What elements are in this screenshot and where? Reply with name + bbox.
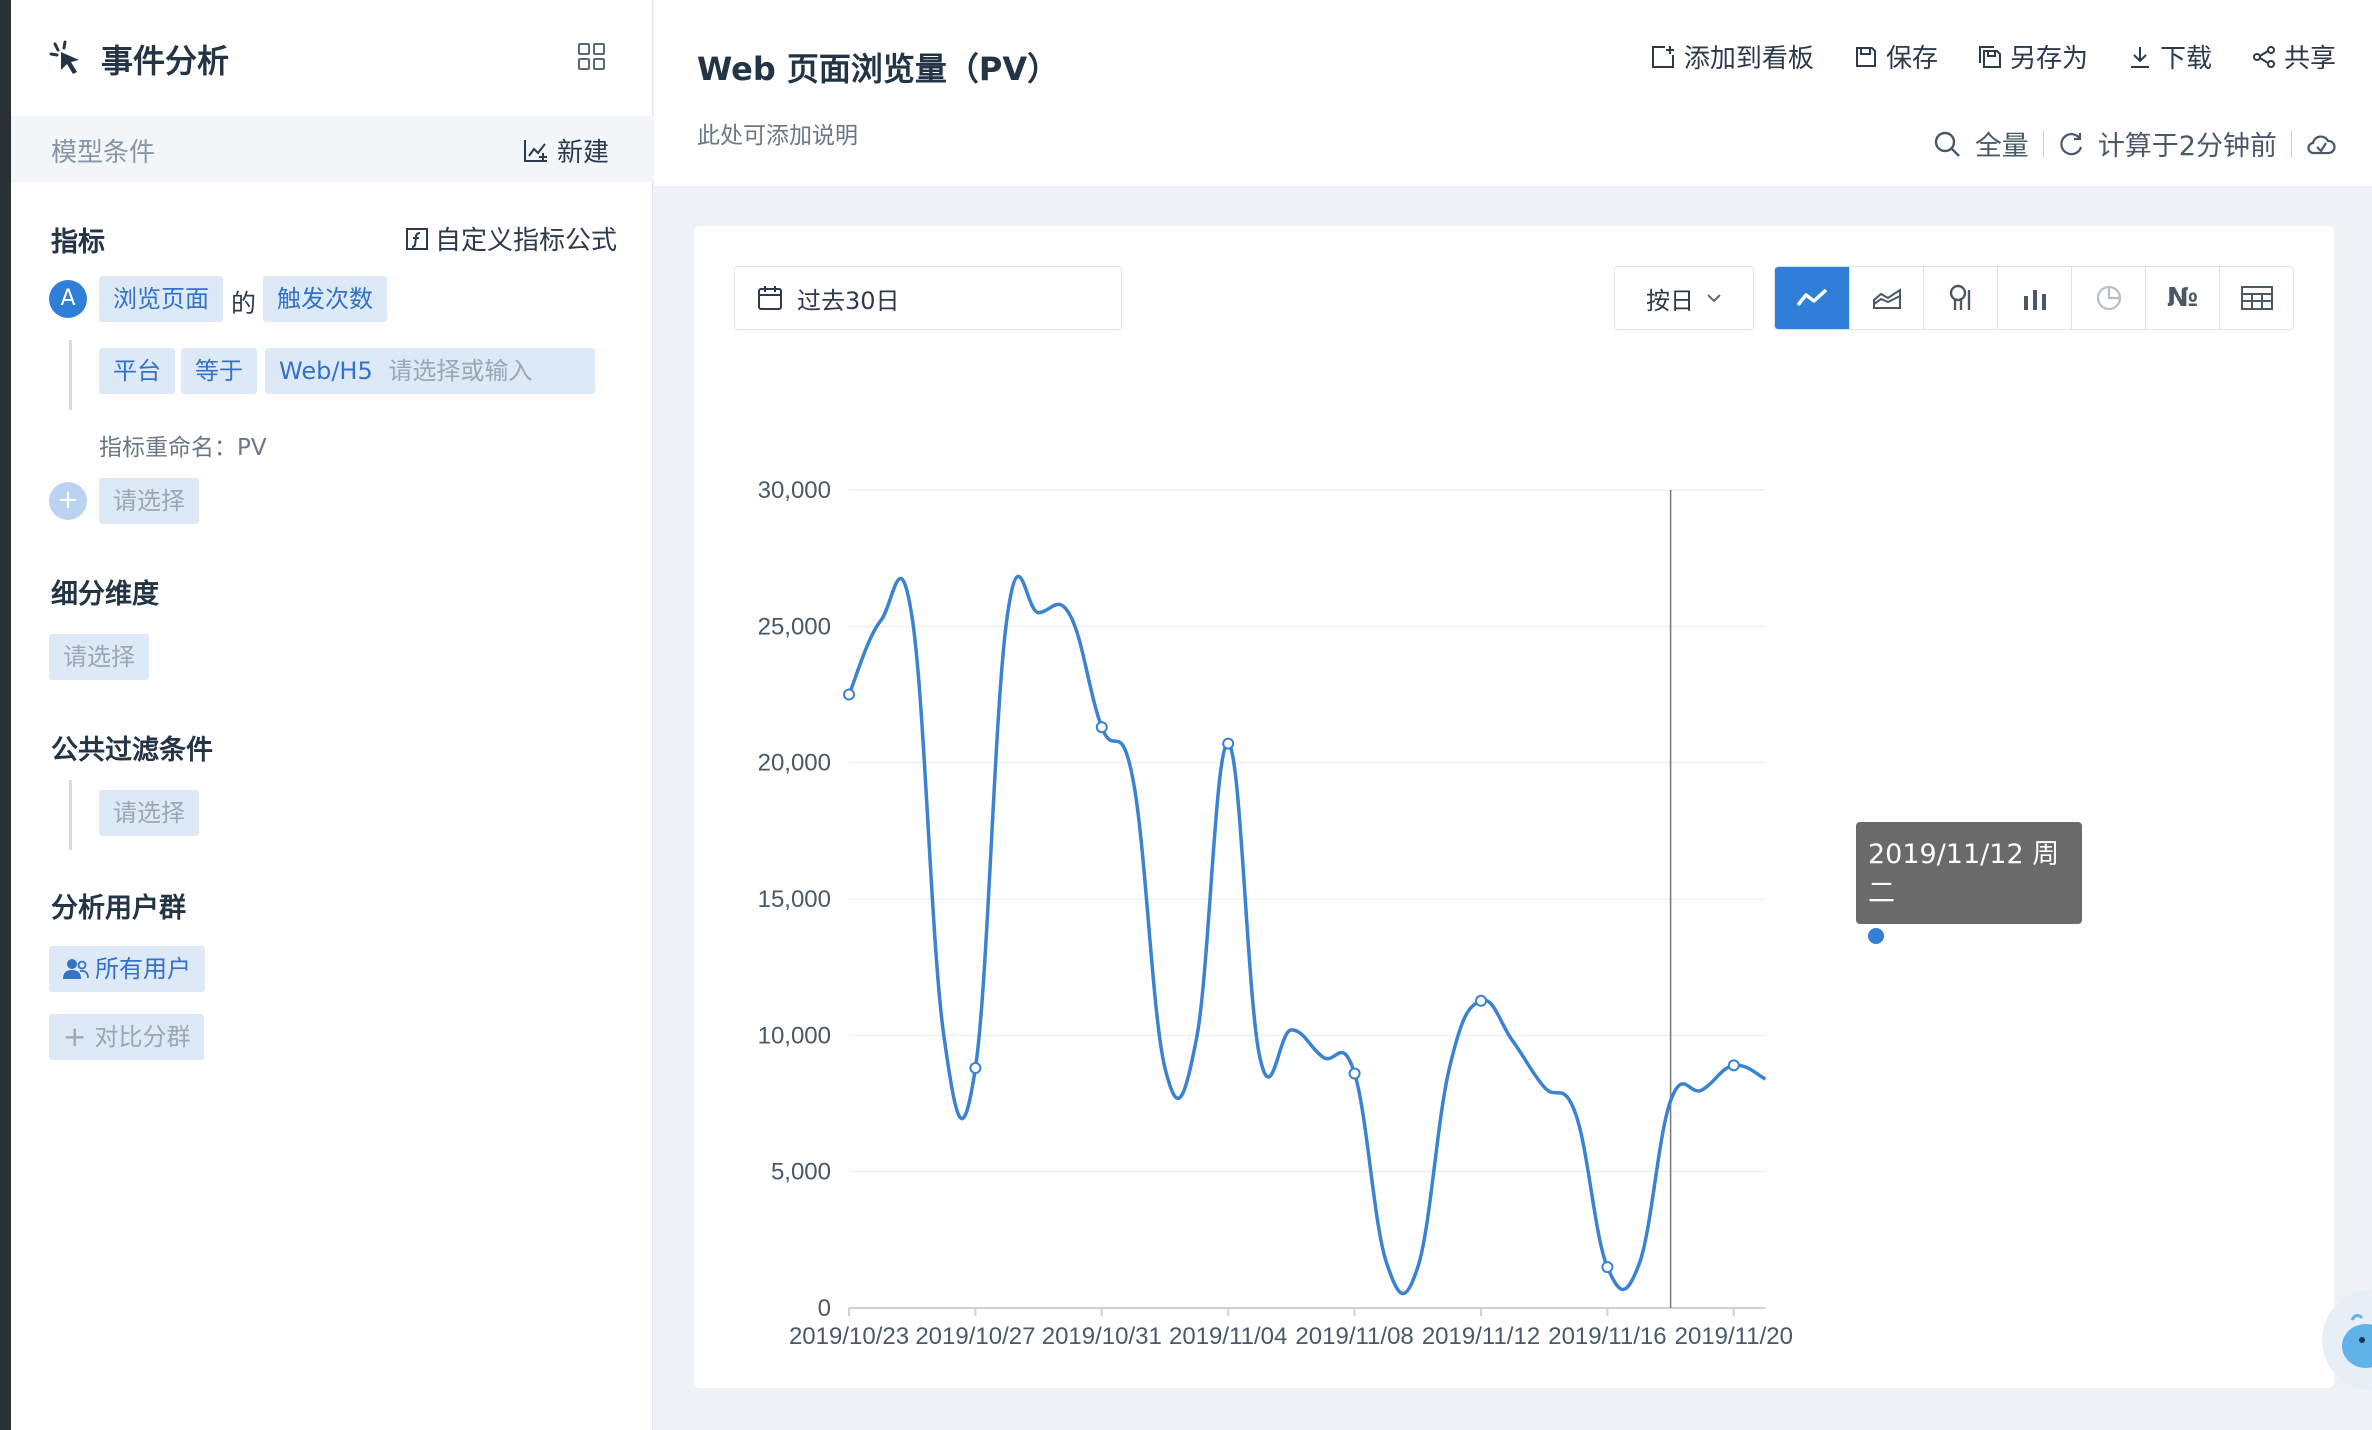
window-edge bbox=[0, 0, 11, 1430]
download-icon bbox=[2130, 46, 2149, 68]
of-text: 的 bbox=[231, 289, 257, 318]
y-tick-label: 20,000 bbox=[758, 750, 831, 777]
filter-property-select[interactable]: 平台 bbox=[99, 348, 175, 394]
tooltip-series-dot bbox=[1868, 927, 1884, 944]
user-group-section-title: 分析用户群 bbox=[51, 893, 186, 924]
x-tick-label: 2019/11/08 bbox=[1295, 1323, 1413, 1350]
compare-group-button[interactable]: + 对比分群 bbox=[49, 1014, 205, 1060]
public-filter-connector bbox=[69, 780, 72, 850]
data-point bbox=[843, 688, 855, 701]
layout-grid-icon[interactable] bbox=[577, 42, 607, 72]
data-point bbox=[1095, 721, 1108, 734]
metric-section-title: 指标 bbox=[51, 227, 105, 258]
save-button[interactable]: 保存 bbox=[1854, 38, 1938, 75]
page-description[interactable]: 此处可添加说明 bbox=[697, 116, 858, 150]
filter-value-placeholder: 请选择或输入 bbox=[388, 357, 533, 385]
data-point bbox=[1222, 737, 1235, 750]
filter-connector bbox=[69, 340, 72, 410]
page-title[interactable]: Web 页面浏览量（PV） bbox=[697, 44, 1059, 90]
tooltip-date: 2019/11/12 周二 bbox=[1868, 839, 2060, 909]
chart-add-icon bbox=[524, 139, 547, 162]
compare-group-label: 对比分群 bbox=[94, 1023, 191, 1051]
save-icon bbox=[1855, 46, 1876, 67]
filter-operator-select[interactable]: 等于 bbox=[181, 348, 257, 394]
measure-select[interactable]: 触发次数 bbox=[263, 276, 387, 322]
computed-time: 计算于2分钟前 bbox=[2097, 131, 2277, 162]
data-point bbox=[1727, 1059, 1740, 1072]
scope-label[interactable]: 全量 bbox=[1975, 124, 2029, 163]
download-label: 下载 bbox=[2159, 44, 2212, 74]
download-button[interactable]: 下载 bbox=[2128, 38, 2212, 75]
model-conditions-bar: 模型条件 新建 bbox=[11, 116, 653, 182]
status-bar: 全量 计算于2分钟前 bbox=[1933, 124, 2336, 163]
filter-value-input[interactable]: Web/H5 请选择或输入 bbox=[265, 348, 595, 394]
add-to-dashboard-button[interactable]: 添加到看板 bbox=[1650, 38, 1814, 75]
x-tick-label: 2019/11/12 bbox=[1422, 1323, 1540, 1350]
event-select[interactable]: 浏览页面 bbox=[99, 276, 223, 322]
new-button-label: 新建 bbox=[557, 138, 610, 168]
y-tick-label: 25,000 bbox=[758, 613, 831, 640]
add-to-dashboard-label: 添加到看板 bbox=[1683, 44, 1814, 74]
x-tick-label: 2019/11/04 bbox=[1169, 1323, 1287, 1350]
click-cursor-icon bbox=[49, 40, 79, 74]
pv-line-chart[interactable]: 0 5,000 10,000 15,000 20,000 25,000 30,000 2019… bbox=[694, 226, 2334, 1388]
custom-formula-button[interactable]: 自定义指标公式 bbox=[405, 220, 617, 257]
save-as-button[interactable]: 另存为 bbox=[1978, 38, 2088, 75]
y-tick-label: 5,000 bbox=[771, 1159, 831, 1186]
x-tick-label: 2019/10/27 bbox=[915, 1323, 1035, 1350]
data-point bbox=[1348, 1067, 1361, 1080]
x-tick-label: 2019/10/31 bbox=[1042, 1323, 1162, 1350]
dimension-select[interactable]: 请选择 bbox=[49, 634, 149, 680]
save-as-label: 另存为 bbox=[2009, 44, 2088, 74]
metric-letter-badge: A bbox=[49, 280, 87, 318]
sidebar: 事件分析 模型条件 新建 指标 自定义指标公式 A 浏览页面 的 触发次数 平台… bbox=[11, 0, 653, 1430]
plus-icon: + bbox=[63, 1020, 87, 1053]
save-as-icon bbox=[1978, 45, 2001, 68]
y-tick-label: 15,000 bbox=[758, 886, 831, 913]
tooltip-value: PV：11,267 bbox=[1894, 923, 2051, 954]
separator bbox=[2042, 129, 2044, 158]
toolbar: 添加到看板 保存 另存为 下载 共享 bbox=[1650, 38, 2336, 75]
data-point bbox=[1601, 1261, 1614, 1274]
save-label: 保存 bbox=[1885, 44, 1938, 74]
data-point bbox=[969, 1062, 982, 1075]
y-tick-label: 30,000 bbox=[758, 477, 831, 504]
x-tick-label: 2019/11/16 bbox=[1548, 1323, 1666, 1350]
public-filter-select[interactable]: 请选择 bbox=[99, 790, 199, 836]
metric-rename[interactable]: 指标重命名：PV bbox=[99, 428, 267, 462]
new-button[interactable]: 新建 bbox=[523, 132, 609, 169]
all-users-label: 所有用户 bbox=[95, 955, 191, 983]
share-button[interactable]: 共享 bbox=[2252, 38, 2336, 75]
whale-mascot-icon[interactable] bbox=[2322, 1290, 2372, 1390]
all-users-select[interactable]: 所有用户 bbox=[49, 946, 205, 992]
filter-value: Web/H5 bbox=[279, 357, 373, 385]
formula-icon bbox=[406, 227, 428, 250]
add-metric-button[interactable]: + bbox=[49, 482, 87, 520]
model-conditions-label: 模型条件 bbox=[51, 138, 156, 168]
chart-tooltip: 2019/11/12 周二 PV：11,267 bbox=[1856, 822, 2082, 954]
y-tick-label: 10,000 bbox=[758, 1022, 831, 1049]
cloud-icon[interactable] bbox=[2306, 131, 2336, 157]
search-icon[interactable] bbox=[1933, 130, 1961, 158]
custom-formula-label: 自定义指标公式 bbox=[435, 226, 618, 256]
x-tick-label: 2019/11/20 bbox=[1675, 1323, 1793, 1350]
chart-card: 过去30日 按日 № 0 5,000 10,000 15,000 20,000 25,00… bbox=[694, 226, 2334, 1388]
series-line-pv bbox=[847, 574, 1767, 1296]
public-filter-section-title: 公共过滤条件 bbox=[51, 735, 213, 766]
dimension-section-title: 细分维度 bbox=[51, 579, 159, 610]
x-tick-label: 2019/10/23 bbox=[789, 1323, 909, 1350]
sidebar-header: 事件分析 bbox=[11, 0, 653, 116]
share-label: 共享 bbox=[2283, 44, 2336, 74]
add-to-dashboard-icon bbox=[1651, 45, 1674, 68]
refresh-icon[interactable] bbox=[2058, 131, 2084, 157]
add-metric-select[interactable]: 请选择 bbox=[99, 478, 199, 524]
share-icon bbox=[2252, 45, 2275, 68]
y-tick-label: 0 bbox=[818, 1295, 831, 1322]
users-icon bbox=[63, 959, 89, 979]
data-point bbox=[1475, 994, 1487, 1007]
separator bbox=[2291, 129, 2292, 158]
sidebar-title: 事件分析 bbox=[101, 42, 230, 80]
